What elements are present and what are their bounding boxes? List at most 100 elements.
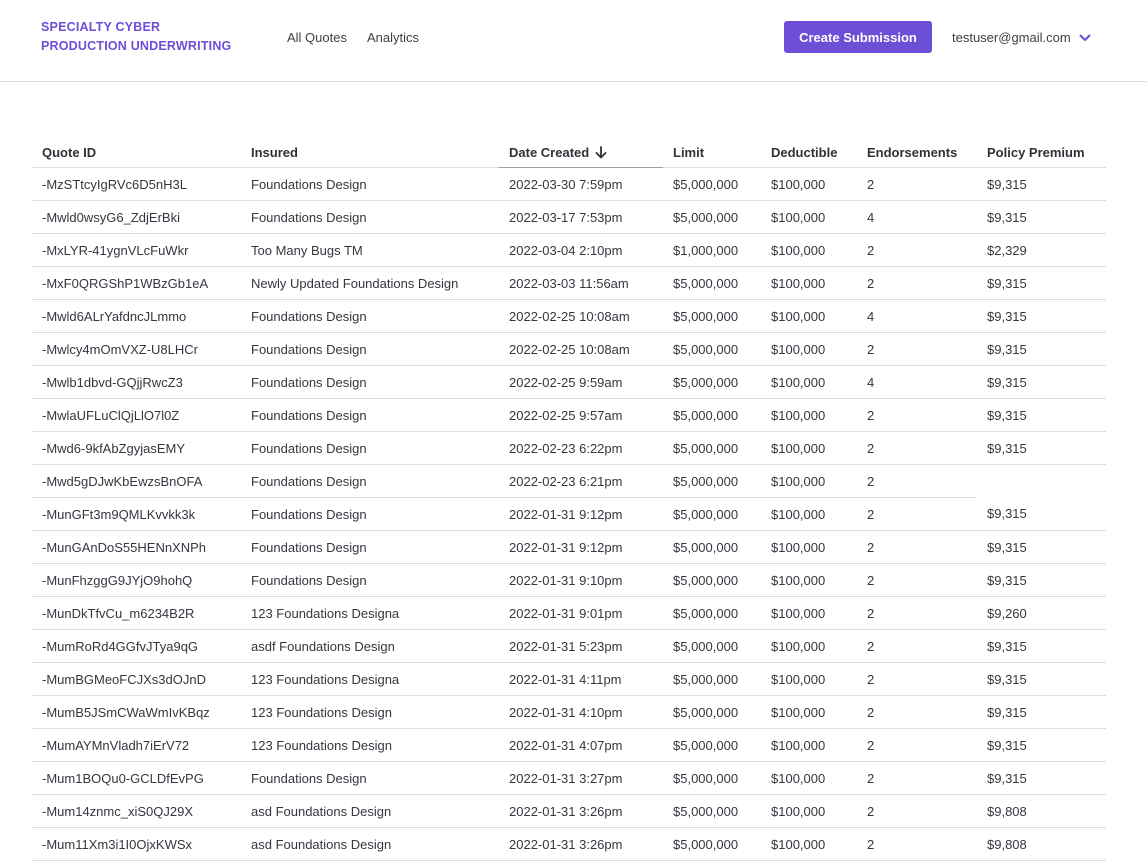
column-header-insured[interactable]: Insured (241, 138, 499, 168)
limit-cell: $5,000,000 (663, 596, 761, 630)
table-row[interactable]: -Mum1BOQu0-GCLDfEvPG Foundations Design 20… (32, 761, 1106, 795)
endorsements-cell: 2 (857, 761, 977, 795)
date-created-cell: 2022-01-31 4:07pm (499, 728, 663, 762)
policy-premium-cell: $9,315 (977, 629, 1106, 663)
insured-cell: Foundations Design (241, 200, 499, 234)
date-created-cell: 2022-01-31 9:10pm (499, 563, 663, 597)
insured-cell: Foundations Design (241, 431, 499, 465)
endorsements-cell: 2 (857, 794, 977, 828)
table-row[interactable]: -Mwld6ALrYafdncJLmmo Foundations Design 20… (32, 299, 1106, 333)
deductible-cell: $100,000 (761, 266, 857, 300)
endorsements-cell: 2 (857, 464, 977, 498)
table-row[interactable]: -Mwd5gDJwKbEwzsBnOFA Foundations Design 20… (32, 464, 1106, 498)
policy-premium-cell: $9,315 (977, 728, 1106, 762)
table-row[interactable]: -Mwlcy4mOmVXZ-U8LHCr Foundations Design 20… (32, 332, 1106, 366)
policy-premium-cell (977, 465, 1106, 498)
insured-cell: Too Many Bugs TM (241, 233, 499, 267)
limit-cell: $5,000,000 (663, 695, 761, 729)
table-row[interactable]: -Mwd6-9kfAbZgyjasEMY Foundations Design 20… (32, 431, 1106, 465)
deductible-cell: $100,000 (761, 365, 857, 399)
brand-line-2: PRODUCTION UNDERWRITING (41, 39, 232, 53)
deductible-cell: $100,000 (761, 728, 857, 762)
table-row[interactable]: -Mwld0wsyG6_ZdjErBki Foundations Design 20… (32, 200, 1106, 234)
nav-all-quotes[interactable]: All Quotes (287, 30, 347, 45)
deductible-cell: $100,000 (761, 332, 857, 366)
table-row[interactable]: -Mwlb1dbvd-GQjjRwcZ3 Foundations Design 20… (32, 365, 1106, 399)
table-row[interactable]: -MxF0QRGShP1WBzGb1eA Newly Updated Founda… (32, 266, 1106, 300)
insured-cell: Foundations Design (241, 398, 499, 432)
quote-id-cell: -Mum1BOQu0-GCLDfEvPG (32, 761, 241, 795)
main-nav: All Quotes Analytics (287, 30, 419, 45)
nav-analytics[interactable]: Analytics (367, 30, 419, 45)
chevron-down-icon (1079, 34, 1091, 41)
date-created-cell: 2022-01-31 3:26pm (499, 827, 663, 861)
table-row[interactable]: -MunGAnDoS55HENnXNPh Foundations Design 20… (32, 530, 1106, 564)
table-row[interactable]: -MumB5JSmCWaWmIvKBqz 123 Foundations Desi… (32, 695, 1106, 729)
column-header-limit[interactable]: Limit (663, 138, 761, 168)
policy-premium-cell: $9,315 (977, 761, 1106, 795)
table-row[interactable]: -MunDkTfvCu_m6234B2R 123 Foundations Desi… (32, 596, 1106, 630)
policy-premium-cell: $9,315 (977, 497, 1106, 531)
table-body: -MzSTtcyIgRVc6D5nH3L Foundations Design 20… (32, 167, 1106, 861)
column-header-date-created-label: Date Created (509, 145, 590, 160)
endorsements-cell: 2 (857, 662, 977, 696)
endorsements-cell: 2 (857, 596, 977, 630)
quote-id-cell: -MumAYMnVladh7iErV72 (32, 728, 241, 762)
insured-cell: Foundations Design (241, 761, 499, 795)
policy-premium-cell: $9,808 (977, 794, 1106, 828)
date-created-cell: 2022-01-31 9:01pm (499, 596, 663, 630)
endorsements-cell: 2 (857, 728, 977, 762)
date-created-cell: 2022-03-17 7:53pm (499, 200, 663, 234)
deductible-cell: $100,000 (761, 464, 857, 498)
date-created-cell: 2022-01-31 3:26pm (499, 794, 663, 828)
endorsements-cell: 2 (857, 431, 977, 465)
table-row[interactable]: -MunGFt3m9QMLKvvkk3k Foundations Design 20… (32, 497, 1106, 531)
column-header-date-created[interactable]: Date Created (499, 138, 663, 168)
column-header-endorsements[interactable]: Endorsements (857, 138, 977, 168)
policy-premium-cell: $9,315 (977, 563, 1106, 597)
column-header-quote-id[interactable]: Quote ID (32, 138, 241, 168)
quote-id-cell: -MunFhzggG9JYjO9hohQ (32, 563, 241, 597)
insured-cell: asd Foundations Design (241, 827, 499, 861)
limit-cell: $5,000,000 (663, 629, 761, 663)
column-header-deductible[interactable]: Deductible (761, 138, 857, 168)
table-row[interactable]: -MumAYMnVladh7iErV72 123 Foundations Desi… (32, 728, 1106, 762)
insured-cell: 123 Foundations Designa (241, 662, 499, 696)
endorsements-cell: 2 (857, 233, 977, 267)
deductible-cell: $100,000 (761, 431, 857, 465)
deductible-cell: $100,000 (761, 695, 857, 729)
table-row[interactable]: -MzSTtcyIgRVc6D5nH3L Foundations Design 20… (32, 167, 1106, 201)
table-row[interactable]: -Mum11Xm3i1I0OjxKWSx asd Foundations Desi… (32, 827, 1106, 861)
limit-cell: $5,000,000 (663, 662, 761, 696)
limit-cell: $5,000,000 (663, 530, 761, 564)
date-created-cell: 2022-01-31 9:12pm (499, 497, 663, 531)
user-menu[interactable]: testuser@gmail.com (952, 30, 1091, 45)
policy-premium-cell: $9,315 (977, 332, 1106, 366)
table-row[interactable]: -MumRoRd4GGfvJTya9qG asdf Foundations Des… (32, 629, 1106, 663)
insured-cell: Foundations Design (241, 365, 499, 399)
insured-cell: Foundations Design (241, 332, 499, 366)
endorsements-cell: 2 (857, 497, 977, 531)
deductible-cell: $100,000 (761, 167, 857, 201)
create-submission-button[interactable]: Create Submission (784, 21, 932, 53)
brand-logo[interactable]: SPECIALTY CYBER PRODUCTION UNDERWRITING (41, 18, 231, 56)
endorsements-cell: 2 (857, 266, 977, 300)
table-row[interactable]: -MunFhzggG9JYjO9hohQ Foundations Design 20… (32, 563, 1106, 597)
endorsements-cell: 2 (857, 167, 977, 201)
quote-id-cell: -MunDkTfvCu_m6234B2R (32, 596, 241, 630)
limit-cell: $5,000,000 (663, 332, 761, 366)
insured-cell: Newly Updated Foundations Design (241, 266, 499, 300)
table-row[interactable]: -MumBGMeoFCJXs3dOJnD 123 Foundations Desi… (32, 662, 1106, 696)
table-header-row: Quote ID Insured Date Created Limit Dedu… (32, 138, 1106, 168)
table-row[interactable]: -Mum14znmc_xiS0QJ29X asd Foundations Desi… (32, 794, 1106, 828)
deductible-cell: $100,000 (761, 200, 857, 234)
limit-cell: $5,000,000 (663, 266, 761, 300)
date-created-cell: 2022-02-25 10:08am (499, 332, 663, 366)
quote-id-cell: -MwlaUFLuClQjLlO7l0Z (32, 398, 241, 432)
column-header-policy-premium[interactable]: Policy Premium (977, 138, 1106, 168)
limit-cell: $5,000,000 (663, 794, 761, 828)
table-row[interactable]: -MwlaUFLuClQjLlO7l0Z Foundations Design 20… (32, 398, 1106, 432)
quote-id-cell: -MumRoRd4GGfvJTya9qG (32, 629, 241, 663)
quote-id-cell: -MumB5JSmCWaWmIvKBqz (32, 695, 241, 729)
table-row[interactable]: -MxLYR-41ygnVLcFuWkr Too Many Bugs TM 2022… (32, 233, 1106, 267)
